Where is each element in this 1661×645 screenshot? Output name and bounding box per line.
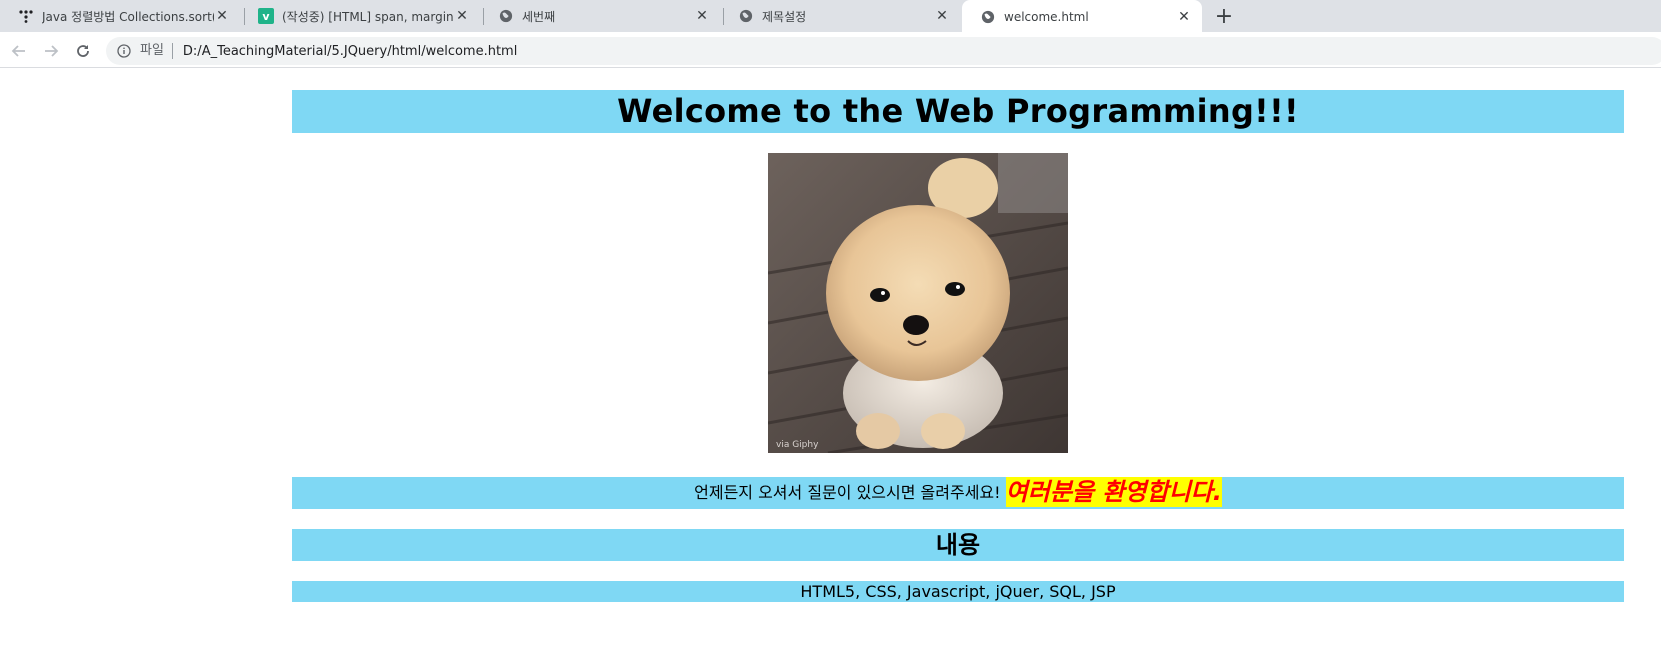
browser-toolbar: 파일 D:/A_TeachingMaterial/5.JQuery/html/w…: [0, 34, 1661, 68]
file-scheme-chip: 파일: [140, 43, 173, 59]
tab-title-setting[interactable]: 제목설정 ✕: [720, 0, 960, 32]
tab-title: 제목설정: [762, 9, 807, 24]
close-icon[interactable]: ✕: [454, 8, 470, 24]
address-bar[interactable]: 파일 D:/A_TeachingMaterial/5.JQuery/html/w…: [106, 37, 1661, 65]
forward-arrow-icon: [45, 45, 59, 57]
forward-button[interactable]: [41, 41, 61, 61]
tab-html-span-margin[interactable]: v (작성중) [HTML] span, margin ✕: [240, 0, 480, 32]
puppy-image: via Giphy: [768, 153, 1068, 453]
tab-third[interactable]: 세번째 ✕: [480, 0, 720, 32]
tab-title: Java 정렬방법 Collections.sort(): [42, 9, 214, 24]
welcome-highlight: 여러분을 환영합니다.: [1005, 477, 1222, 507]
greeting-band: 언제든지 오셔서 질문이 있으시면 올려주세요! 여러분을 환영합니다.: [292, 477, 1624, 509]
heading-band: Welcome to the Web Programming!!!: [292, 90, 1624, 133]
close-icon[interactable]: ✕: [694, 8, 710, 24]
tab-java-sort[interactable]: Java 정렬방법 Collections.sort() ✕: [0, 0, 240, 32]
close-icon[interactable]: ✕: [1176, 9, 1192, 25]
page-heading: Welcome to the Web Programming!!!: [617, 92, 1299, 130]
reload-button[interactable]: [73, 41, 93, 61]
topics-list: HTML5, CSS, Javascript, jQuer, SQL, JSP: [800, 582, 1116, 601]
dots-logo-icon: [18, 8, 34, 24]
greeting-text: 언제든지 오셔서 질문이 있으시면 올려주세요!: [694, 483, 1001, 502]
url-text[interactable]: D:/A_TeachingMaterial/5.JQuery/html/welc…: [183, 44, 517, 59]
page-viewport: Welcome to the Web Programming!!! via Gi…: [0, 70, 1661, 645]
back-arrow-icon: [11, 45, 25, 57]
tab-title: 세번째: [522, 9, 556, 24]
close-icon[interactable]: ✕: [214, 8, 230, 24]
tab-strip: Java 정렬방법 Collections.sort() ✕ v (작성중) […: [0, 0, 1661, 34]
section-band: 내용: [292, 529, 1624, 561]
section-title: 내용: [935, 531, 981, 559]
tab-title: (작성중) [HTML] span, margin: [282, 9, 454, 24]
globe-icon: [498, 8, 514, 24]
tab-welcome-html[interactable]: welcome.html ✕: [962, 0, 1202, 34]
new-tab-button[interactable]: +: [1210, 4, 1238, 29]
back-button[interactable]: [9, 41, 29, 61]
topics-band: HTML5, CSS, Javascript, jQuer, SQL, JSP: [292, 581, 1624, 602]
info-icon[interactable]: [116, 43, 132, 59]
reload-icon: [77, 45, 89, 57]
velog-v-icon: v: [258, 8, 274, 24]
close-icon[interactable]: ✕: [934, 8, 950, 24]
globe-icon: [980, 9, 996, 25]
tab-title: welcome.html: [1004, 10, 1089, 24]
globe-icon: [738, 8, 754, 24]
photo-watermark: via Giphy: [776, 440, 819, 450]
